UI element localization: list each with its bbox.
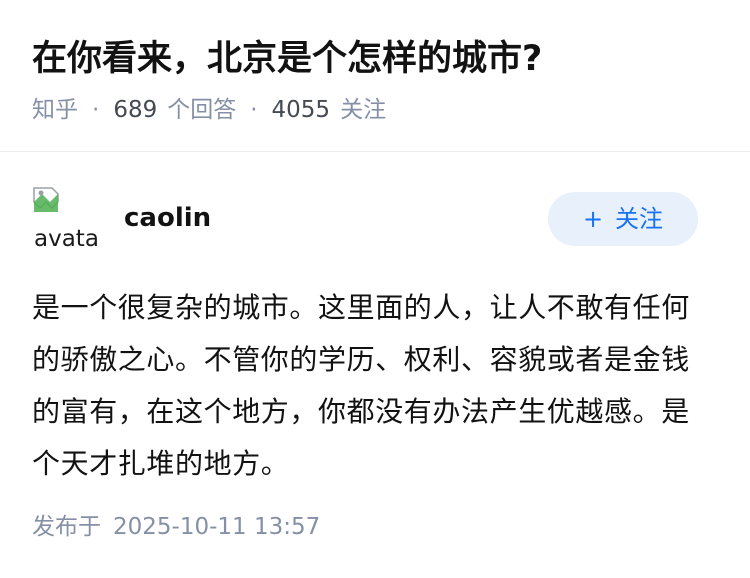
meta-separator: · — [250, 97, 258, 123]
published-time: 2025-10-11 13:57 — [113, 514, 321, 540]
broken-image-icon — [33, 187, 59, 212]
plus-icon: + — [582, 205, 604, 233]
follow-button[interactable]: + 关注 — [548, 192, 698, 246]
author-name[interactable]: caolin — [124, 200, 211, 236]
published-label: 发布于 — [32, 514, 101, 540]
follow-count: 4055 — [271, 97, 331, 123]
header-divider — [0, 151, 750, 152]
answer-count-label: 个回答 — [167, 97, 237, 123]
avatar[interactable]: avatar — [32, 186, 100, 254]
answer-content: 是一个很复杂的城市。这里面的人，让人不敢有任何的骄傲之心。不管你的学历、权利、容… — [32, 291, 690, 480]
follow-button-label: 关注 — [615, 205, 664, 233]
question-header: 在你看来，北京是个怎样的城市? 知乎 · 689 个回答 · 4055 关注 — [0, 0, 750, 151]
question-title[interactable]: 在你看来，北京是个怎样的城市? — [32, 34, 542, 84]
meta-separator: · — [92, 97, 100, 123]
follow-count-label: 关注 — [340, 97, 387, 123]
author-row: avatar caolin + 关注 — [32, 186, 718, 254]
answer-footer: 发布于 2025-10-11 13:57 — [32, 510, 320, 544]
answer-count: 689 — [113, 97, 158, 123]
question-meta: 知乎 · 689 个回答 · 4055 关注 — [32, 92, 386, 128]
avatar-alt-text: avatar — [34, 226, 100, 252]
source-label[interactable]: 知乎 — [32, 97, 78, 123]
answer-page: 在你看来，北京是个怎样的城市? 知乎 · 689 个回答 · 4055 关注 avatar … — [0, 0, 750, 578]
